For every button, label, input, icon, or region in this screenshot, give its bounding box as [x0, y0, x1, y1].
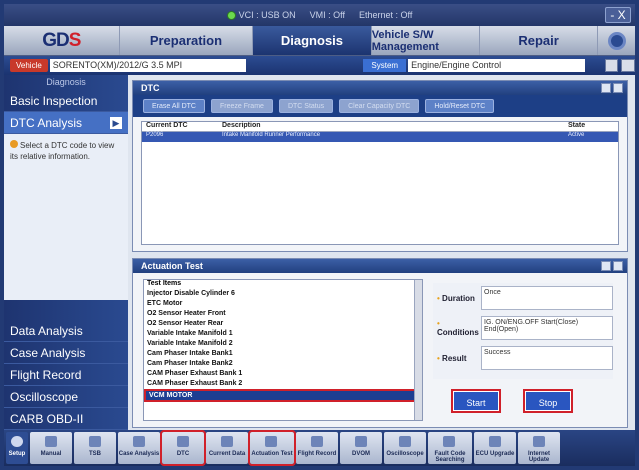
vehicle-field[interactable]: SORENTO(XM)/2012/G 3.5 MPI	[49, 59, 246, 72]
duration-value: Once	[481, 286, 613, 310]
system-button[interactable]: System	[363, 59, 407, 72]
minimize-icon[interactable]	[613, 83, 623, 93]
settings-icon[interactable]	[597, 26, 635, 55]
dvom-button[interactable]: DVOM	[340, 432, 382, 464]
result-value: Success	[481, 346, 613, 370]
oscilloscope-button[interactable]: Oscilloscope	[384, 432, 426, 464]
list-header: Test Items	[147, 280, 182, 287]
col-description: Description	[222, 122, 261, 129]
tab-preparation[interactable]: Preparation	[118, 26, 253, 55]
list-item[interactable]: O2 Sensor Heater Rear	[144, 319, 422, 329]
setup-button[interactable]: Setup	[6, 432, 28, 464]
minimize-icon[interactable]	[613, 261, 623, 271]
case-analysis-button[interactable]: Case Analysis	[118, 432, 160, 464]
refresh-icon[interactable]	[601, 261, 611, 271]
tab-vehicle-sw-management[interactable]: Vehicle S/W Management	[370, 26, 479, 55]
dtc-button[interactable]: DTC	[160, 430, 206, 466]
actuation-panel: Actuation Test Test Items Injector Disab…	[132, 258, 628, 428]
list-item[interactable]: Variable Intake Manifold 1	[144, 329, 422, 339]
vehicle-button[interactable]: Vehicle	[10, 59, 48, 72]
erase-all-dtc-button[interactable]: Erase All DTC	[143, 99, 205, 113]
tsb-button[interactable]: TSB	[74, 432, 116, 464]
vci-status-icon	[226, 10, 236, 20]
chevron-right-icon: ▶	[110, 117, 122, 129]
flight-record-button[interactable]: Flight Record	[296, 432, 338, 464]
start-button[interactable]: Start	[451, 389, 501, 413]
ethernet-status: Ethernet : Off	[358, 10, 413, 20]
dtc-panel-title: DTC	[141, 83, 160, 93]
vehicle-bar: Vehicle SORENTO(XM)/2012/G 3.5 MPI Syste…	[4, 56, 635, 75]
hold-reset-dtc-button[interactable]: Hold/Reset DTC	[425, 99, 495, 113]
sidebar-item-case-analysis[interactable]: Case Analysis	[4, 342, 128, 364]
list-item[interactable]: ETC Motor	[144, 299, 422, 309]
info-icon	[10, 140, 18, 148]
sidebar-item-label: DTC Analysis	[10, 116, 83, 130]
print-icon[interactable]	[621, 59, 635, 72]
list-item[interactable]: Injector Disable Cylinder 6	[144, 289, 422, 299]
dtc-panel: DTC Erase All DTC Freeze Frame DTC Statu…	[132, 80, 628, 252]
table-row[interactable]: P2096 Intake Manifold Runner Performance A…	[142, 132, 618, 142]
scrollbar[interactable]	[414, 280, 422, 420]
col-state: State	[568, 122, 586, 129]
dtc-toolbar: Erase All DTC Freeze Frame DTC Status Cl…	[133, 95, 627, 117]
conditions-value: IG. ON/ENG.OFF Start(Close) End(Open)	[481, 316, 613, 340]
actuation-header: Actuation Test	[133, 259, 627, 273]
refresh-icon[interactable]	[601, 83, 611, 93]
sidebar-item-carb-obd[interactable]: CARB OBD-II	[4, 408, 128, 430]
system-field[interactable]: Engine/Engine Control	[408, 59, 585, 72]
sidebar-item-oscilloscope[interactable]: Oscilloscope	[4, 386, 128, 408]
list-item[interactable]: Variable Intake Manifold 2	[144, 339, 422, 349]
window-controls[interactable]: - X	[605, 7, 631, 23]
test-info: • Duration Once • Conditions IG. ON/ENG.OF…	[433, 283, 613, 379]
sidebar-item-flight-record[interactable]: Flight Record	[4, 364, 128, 386]
col-current-dtc: Current DTC	[146, 122, 188, 129]
actuation-title: Actuation Test	[141, 261, 203, 271]
sidebar-hint: Select a DTC code to view its relative i…	[4, 134, 128, 300]
sidebar-item-data-analysis[interactable]: Data Analysis	[4, 320, 128, 342]
dtc-description: Intake Manifold Runner Performance	[222, 132, 321, 138]
main-nav: GD S Preparation Diagnosis Vehicle S/W Ma…	[4, 26, 635, 56]
bottom-toolbar: Setup Manual TSB Case Analysis DTC Curre…	[4, 430, 635, 466]
stop-button[interactable]: Stop	[523, 389, 573, 413]
fault-code-searching-button[interactable]: Fault Code Searching	[428, 432, 472, 464]
gds-logo: GD S	[42, 29, 81, 51]
list-item[interactable]: O2 Sensor Heater Front	[144, 309, 422, 319]
tab-repair[interactable]: Repair	[478, 26, 598, 55]
left-sidebar: Diagnosis Basic Inspection DTC Analysis ▶…	[4, 75, 128, 430]
dtc-table: Current DTC Description State P2096 Intake …	[141, 121, 619, 245]
table-header: Current DTC Description State	[142, 122, 618, 132]
sidebar-title: Diagnosis	[46, 77, 86, 87]
vmi-status: VMI : Off	[309, 10, 345, 20]
conditions-label: • Conditions	[437, 319, 479, 337]
dtc-code: P2096	[146, 132, 164, 138]
status-bar: VCI : USB ON VMI : Off Ethernet : Off - …	[4, 4, 635, 26]
dtc-status-button[interactable]: DTC Status	[278, 99, 334, 113]
duration-label: • Duration	[437, 293, 475, 303]
ecu-upgrade-button[interactable]: ECU Upgrade	[474, 432, 516, 464]
current-data-button[interactable]: Current Data	[206, 432, 248, 464]
dtc-panel-header: DTC	[133, 81, 627, 95]
info-icon[interactable]	[604, 59, 619, 72]
sidebar-item-dtc-analysis[interactable]: DTC Analysis ▶	[4, 112, 128, 134]
list-item[interactable]: CAM Phaser Exhaust Bank 2	[144, 379, 422, 389]
hint-text: Select a DTC code to view its relative i…	[10, 141, 115, 161]
list-item-selected[interactable]: VCM MOTOR	[144, 389, 422, 402]
sidebar-item-basic-inspection[interactable]: Basic Inspection	[4, 90, 128, 112]
freeze-frame-button[interactable]: Freeze Frame	[210, 99, 273, 113]
clear-capacity-dtc-button[interactable]: Clear Capacity DTC	[339, 99, 420, 113]
internet-update-button[interactable]: Internet Update	[518, 432, 560, 464]
test-items-list: Test Items Injector Disable Cylinder 6 E…	[143, 279, 423, 421]
vci-status: VCI : USB ON	[238, 10, 296, 20]
actuation-test-button[interactable]: Actuation Test	[248, 430, 296, 466]
manual-button[interactable]: Manual	[30, 432, 72, 464]
list-item[interactable]: CAM Phaser Exhaust Bank 1	[144, 369, 422, 379]
list-item[interactable]: Cam Phaser Intake Bank2	[144, 359, 422, 369]
tab-diagnosis[interactable]: Diagnosis	[252, 26, 371, 55]
list-item[interactable]: Cam Phaser Intake Bank1	[144, 349, 422, 359]
result-label: • Result	[437, 353, 467, 363]
dtc-state: Active	[568, 132, 585, 138]
